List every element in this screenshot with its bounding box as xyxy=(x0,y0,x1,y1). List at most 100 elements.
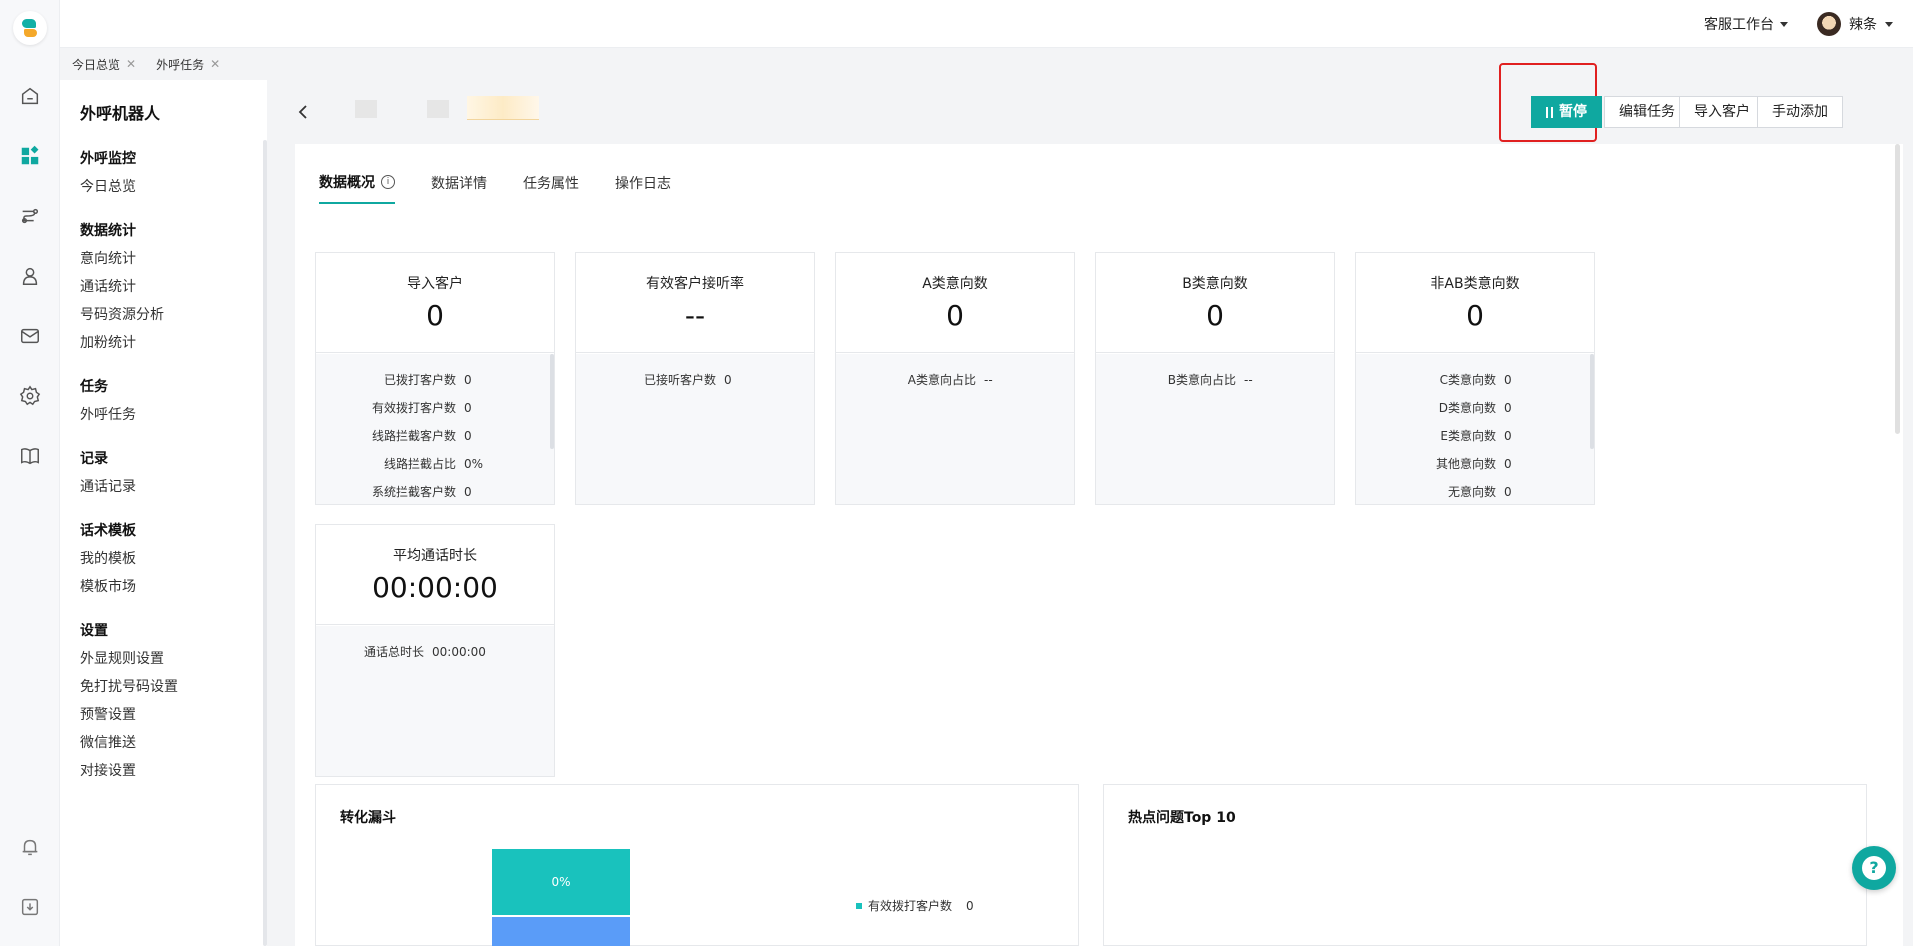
user-name: 辣条 xyxy=(1849,17,1877,33)
stat-details: C类意向数 0 D类意向数 0 E类意向数 0 其他意向数 0 无意向数 0 xyxy=(1356,354,1594,504)
tab-details[interactable]: 数据详情 xyxy=(431,172,487,204)
edit-task-button[interactable]: 编辑任务 xyxy=(1604,96,1690,128)
user-menu[interactable]: 辣条 xyxy=(1817,12,1893,36)
overview-panel: 数据概况 i 数据详情 任务属性 操作日志 导入客户 0 已拨打客户数 0 有效拨… xyxy=(295,144,1903,946)
pause-icon xyxy=(1546,106,1553,118)
stat-row: 无意向数 0 xyxy=(1356,478,1594,504)
stat-card-b-intent: B类意向数 0 B类意向占比 -- xyxy=(1095,252,1335,505)
user-icon[interactable] xyxy=(18,264,42,288)
open-tab-today[interactable]: 今日总览 ✕ xyxy=(72,56,136,73)
stat-label: 非AB类意向数 xyxy=(1430,276,1520,292)
chevron-down-icon xyxy=(1780,21,1788,27)
stat-row: D类意向数 0 xyxy=(1356,394,1594,422)
top-bar: 客服工作台 辣条 xyxy=(60,0,1913,48)
nav-scrollbar[interactable] xyxy=(263,140,267,946)
manual-add-button[interactable]: 手动添加 xyxy=(1757,96,1843,128)
tab-logs[interactable]: 操作日志 xyxy=(615,172,671,204)
stat-row-key: 已接听客户数 xyxy=(643,373,716,387)
stat-value: 0 xyxy=(426,299,444,332)
nav-item-call-stats[interactable]: 通话统计 xyxy=(80,276,136,296)
card-scrollbar[interactable] xyxy=(550,354,554,449)
stat-details: 通话总时长 00:00:00 xyxy=(316,626,554,776)
nav-item-integration[interactable]: 对接设置 xyxy=(80,760,136,780)
info-icon[interactable]: i xyxy=(381,175,395,189)
stat-row: 线路拦截占比 0% xyxy=(316,450,554,478)
secondary-nav: 外呼机器人 外呼监控 今日总览 数据统计 意向统计 通话统计 号码资源分析 加粉… xyxy=(60,80,267,946)
flow-icon[interactable] xyxy=(18,204,42,228)
legend-label: 有效拨打客户数 xyxy=(868,899,953,913)
task-name-redacted xyxy=(467,96,539,120)
nav-item-my-templates[interactable]: 我的模板 xyxy=(80,548,136,568)
stat-card-answer-rate: 有效客户接听率 -- 已接听客户数 0 xyxy=(575,252,815,505)
stat-card-imported: 导入客户 0 已拨打客户数 0 有效拨打客户数 0 线路拦截客户数 0 线路拦截占比 0… xyxy=(315,252,555,505)
task-header: 暂停 编辑任务 导入客户 手动添加 xyxy=(275,63,1905,144)
main-content: 暂停 编辑任务 导入客户 手动添加 数据概况 i 数据详情 任务属性 操作日志 … xyxy=(275,63,1905,946)
stat-value: 0 xyxy=(1466,299,1484,332)
nav-item-outbound-tasks[interactable]: 外呼任务 xyxy=(80,404,136,424)
task-name-redacted xyxy=(355,100,377,118)
app-logo[interactable] xyxy=(13,11,47,45)
close-icon[interactable]: ✕ xyxy=(126,57,136,71)
stat-label: A类意向数 xyxy=(922,276,988,292)
stat-row-value: 0% xyxy=(464,457,484,471)
stat-row-value: 0 xyxy=(464,429,472,443)
nav-item-intent-stats[interactable]: 意向统计 xyxy=(80,248,136,268)
stat-row: B类意向占比 -- xyxy=(1096,366,1334,394)
stat-card-avg-duration: 平均通话时长 00:00:00 通话总时长 00:00:00 xyxy=(315,524,555,777)
funnel-segment[interactable]: 0% xyxy=(492,849,630,915)
open-tab-outbound[interactable]: 外呼任务 ✕ xyxy=(156,56,220,73)
workspace-menu[interactable]: 客服工作台 xyxy=(1704,14,1788,34)
stat-card-non-ab-intent: 非AB类意向数 0 C类意向数 0 D类意向数 0 E类意向数 0 其他意向数 0 无意… xyxy=(1355,252,1595,505)
stat-details: A类意向占比 -- xyxy=(836,354,1074,504)
nav-item-today[interactable]: 今日总览 xyxy=(80,176,136,196)
stat-row-value: 00:00:00 xyxy=(432,645,486,659)
book-icon[interactable] xyxy=(18,444,42,468)
stat-row-value: 0 xyxy=(1504,457,1512,471)
help-button[interactable]: ? xyxy=(1852,846,1896,890)
pause-label: 暂停 xyxy=(1559,104,1587,120)
nav-item-call-records[interactable]: 通话记录 xyxy=(80,476,136,496)
stat-row-key: D类意向数 xyxy=(1438,401,1496,415)
stat-label: 导入客户 xyxy=(407,276,463,292)
stat-row-value: 0 xyxy=(464,401,472,415)
home-icon[interactable] xyxy=(18,84,42,108)
stat-details: B类意向占比 -- xyxy=(1096,354,1334,504)
open-tab-label: 今日总览 xyxy=(72,57,121,72)
icon-rail xyxy=(0,0,60,946)
close-icon[interactable]: ✕ xyxy=(210,57,220,71)
mail-icon[interactable] xyxy=(18,324,42,348)
stat-row-key: 线路拦截占比 xyxy=(383,457,456,471)
back-icon[interactable] xyxy=(295,104,311,120)
nav-item-number-analysis[interactable]: 号码资源分析 xyxy=(80,304,164,324)
import-customers-button[interactable]: 导入客户 xyxy=(1679,96,1765,128)
tab-overview[interactable]: 数据概况 i xyxy=(319,172,395,204)
stat-row-key: A类意向占比 xyxy=(907,373,976,387)
panel-scrollbar[interactable] xyxy=(1895,144,1900,434)
stat-row-value: 0 xyxy=(724,373,732,387)
stat-card-a-intent: A类意向数 0 A类意向占比 -- xyxy=(835,252,1075,505)
nav-item-display-rules[interactable]: 外显规则设置 xyxy=(80,648,164,668)
nav-item-wechat-push[interactable]: 微信推送 xyxy=(80,732,136,752)
tab-attributes[interactable]: 任务属性 xyxy=(523,172,579,204)
chevron-down-icon xyxy=(1885,21,1893,27)
settings-icon[interactable] xyxy=(18,384,42,408)
card-scrollbar[interactable] xyxy=(1590,354,1594,449)
nav-item-template-market[interactable]: 模板市场 xyxy=(80,576,136,596)
nav-item-dnd-numbers[interactable]: 免打扰号码设置 xyxy=(80,676,178,696)
stat-row-key: 其他意向数 xyxy=(1435,457,1496,471)
stat-row: 已拨打客户数 0 xyxy=(316,366,554,394)
nav-group-title: 数据统计 xyxy=(80,223,136,239)
hot-questions-title: 热点问题Top 10 xyxy=(1128,810,1236,826)
bell-icon[interactable] xyxy=(18,835,42,859)
nav-item-follower-stats[interactable]: 加粉统计 xyxy=(80,332,136,352)
nav-group-title: 任务 xyxy=(80,379,108,395)
legend-swatch xyxy=(856,902,862,909)
pause-button[interactable]: 暂停 xyxy=(1531,96,1602,128)
stat-row: E类意向数 0 xyxy=(1356,422,1594,450)
funnel-segment[interactable] xyxy=(492,917,630,946)
dashboard-icon[interactable] xyxy=(18,144,42,168)
nav-group-title: 话术模板 xyxy=(80,523,136,539)
stat-row-value: 0 xyxy=(1504,485,1512,499)
nav-item-alert-settings[interactable]: 预警设置 xyxy=(80,704,136,724)
download-icon[interactable] xyxy=(18,895,42,919)
